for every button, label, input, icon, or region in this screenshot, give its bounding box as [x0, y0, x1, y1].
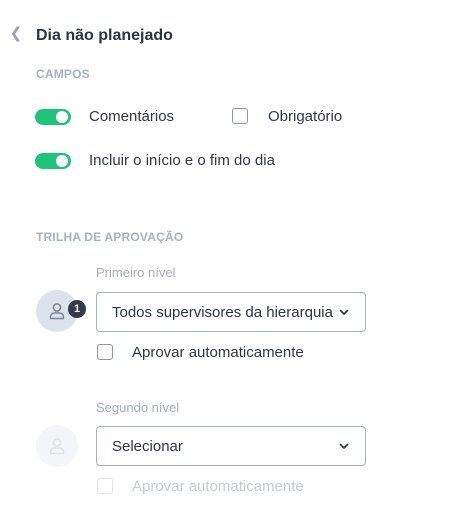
back-chevron-icon[interactable]: ❮: [8, 26, 24, 42]
second-level-auto-approve-label: Aprovar automaticamente: [132, 478, 304, 495]
incluir-inicio-fim-label: Incluir o início e o fim do dia: [89, 152, 275, 169]
first-level-auto-approve-label: Aprovar automaticamente: [132, 344, 304, 361]
toggle-knob: [56, 111, 68, 123]
toggle-knob: [56, 155, 68, 167]
chevron-down-icon: [339, 309, 349, 315]
user-icon: [49, 303, 65, 320]
second-level-label: Segundo nível: [96, 400, 180, 415]
first-level-label: Primeiro nível: [96, 265, 176, 280]
level-number-badge: 1: [68, 300, 86, 318]
first-level-auto-approve-checkbox[interactable]: [97, 344, 113, 360]
campos-section-label: CAMPOS: [36, 67, 90, 81]
select-value: Selecionar: [112, 438, 183, 455]
first-level-approver-select[interactable]: Todos supervisores da hierarquia: [96, 292, 366, 332]
obrigatorio-label: Obrigatório: [268, 108, 343, 125]
select-value: Todos supervisores da hierarquia: [112, 304, 333, 321]
second-level-auto-approve-checkbox: [97, 478, 113, 494]
second-level-avatar: [36, 425, 78, 467]
comentarios-label: Comentários: [89, 108, 175, 125]
second-level-approver-select[interactable]: Selecionar: [96, 426, 366, 466]
obrigatorio-checkbox[interactable]: [232, 108, 248, 124]
chevron-down-icon: [339, 443, 349, 449]
comentarios-toggle[interactable]: [35, 109, 71, 125]
trilha-section-label: TRILHA DE APROVAÇÃO: [36, 230, 184, 244]
incluir-inicio-fim-toggle[interactable]: [35, 153, 71, 169]
page-title: Dia não planejado: [36, 27, 173, 44]
user-icon: [49, 438, 65, 455]
